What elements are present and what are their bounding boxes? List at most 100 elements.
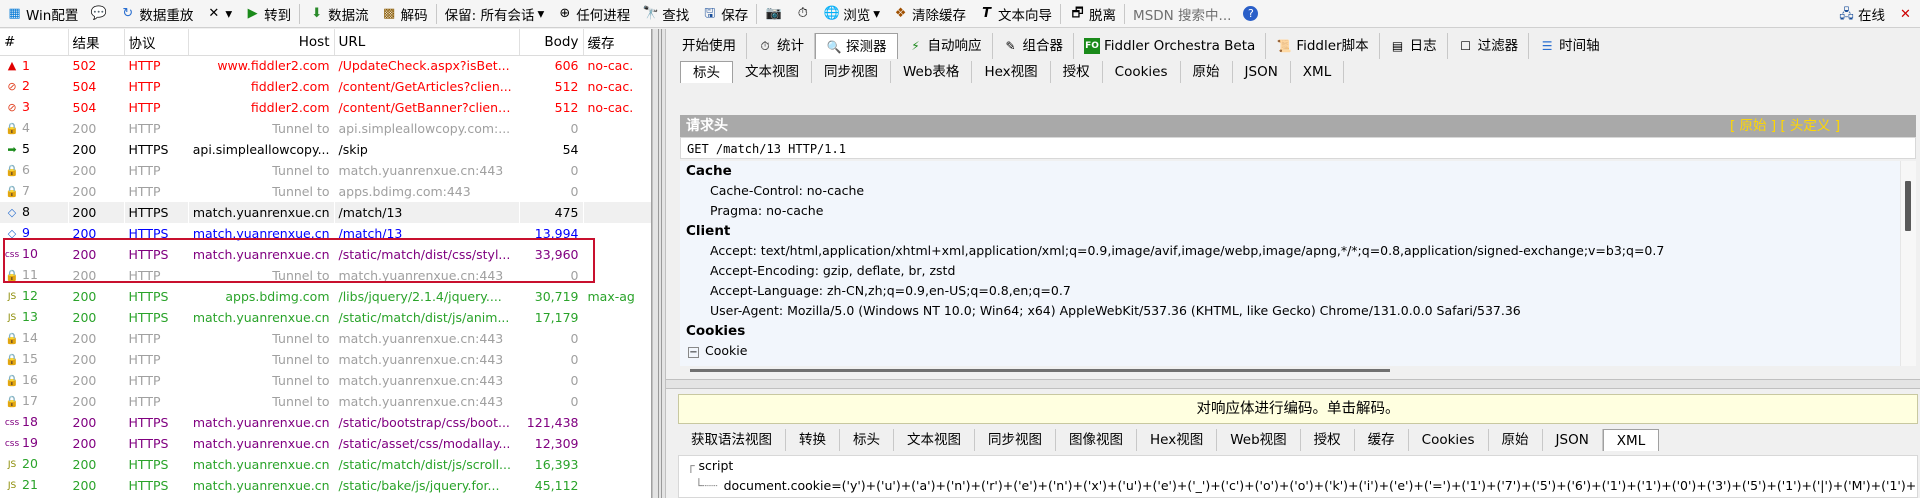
response-tab[interactable]: 转换 [786,429,840,451]
response-tab[interactable]: JSON [1543,429,1603,451]
toolbar-timer[interactable]: ⏱ [788,1,817,27]
session-row[interactable]: JS 20 200 HTTPS match.yuanrenxue.cn/static/m… [0,454,651,475]
headers-scrollbar[interactable] [1900,161,1916,366]
response-tab[interactable]: 获取语法视图 [678,429,786,451]
tab-fiddler-script[interactable]: 📜 Fiddler脚本 [1266,33,1380,59]
column-header-body[interactable]: Body [519,29,584,56]
toolbar-tearoff[interactable]: 🗗 脱离 [1063,1,1122,27]
request-tab[interactable]: Hex视图 [972,61,1051,83]
tab-composer[interactable]: ✎ 组合器 [993,33,1074,59]
session-row[interactable]: JS 13 200 HTTPS match.yuanrenxue.cn/static/m… [0,307,651,328]
request-header-links[interactable]: [ 原始 ] [ 头定义 ] [1730,115,1840,137]
response-tab[interactable]: 图像视图 [1056,429,1137,451]
xml-tree-child[interactable]: └┈┈ document.cookie=('y')+('u')+('a')+('n… [679,476,1917,496]
header-item[interactable]: Pragma: no-cache [680,201,1916,221]
column-header-host[interactable]: Host [188,29,335,56]
request-tab[interactable]: 原始 [1181,61,1233,83]
session-row[interactable]: 🔒 4 200 HTTP Tunnel to api.simpleallowcopy.co… [0,118,651,139]
vertical-splitter[interactable] [652,29,666,498]
xml-tree-root[interactable]: ┌ script [679,456,1917,476]
toolbar-any-process[interactable]: ⊕ 任何进程 [550,1,636,27]
toolbar-stream[interactable]: ⬇ 数据流 [302,1,375,27]
toolbar-help[interactable]: ? [1237,1,1264,27]
toolbar-keep-sessions[interactable]: 保留: 所有会话 ▾ [439,1,551,27]
cookie-tree-node[interactable]: − Cookie [680,341,1916,361]
response-tab[interactable]: 缓存 [1355,429,1409,451]
request-tab[interactable]: JSON [1233,61,1291,83]
header-item[interactable]: Accept: text/html,application/xhtml+xml,… [680,241,1916,261]
tab-filters[interactable]: ☐ 过滤器 [1448,33,1530,59]
response-tab[interactable]: Hex视图 [1137,429,1218,451]
session-row[interactable]: 🔒 7 200 HTTP Tunnel to apps.bdimg.com:443 0 [0,181,651,202]
close-button[interactable]: ✕ [1891,1,1920,27]
request-tab[interactable]: Web表格 [891,61,973,83]
session-row[interactable]: 🔒 14 200 HTTP Tunnel to match.yuanrenxue.cn:4… [0,328,651,349]
request-tab[interactable]: XML [1291,61,1345,83]
response-tab[interactable]: XML [1602,429,1660,451]
tab-timeline[interactable]: ☰ 时间轴 [1529,33,1610,59]
toolbar-text-wizard[interactable]: T 文本向导 [972,1,1058,27]
tab-fiddler-orchestra[interactable]: FO Fiddler Orchestra Beta [1074,33,1267,59]
request-tab[interactable]: 文本视图 [733,61,812,83]
toolbar-replay[interactable]: ↻ 数据重放 [113,1,199,27]
request-tab[interactable]: 同步视图 [812,61,891,83]
session-row[interactable]: JS 12 200 HTTPS apps.bdimg.com/libs/jquery/2… [0,286,651,307]
response-tab[interactable]: Web视图 [1217,429,1301,451]
toolbar-go[interactable]: ▶ 转到 [238,1,297,27]
session-row[interactable]: ➡ 5 200 HTTPS api.simpleallowcopy... /skip 54 [0,139,651,160]
request-tab[interactable]: 授权 [1051,61,1103,83]
response-tab[interactable]: Cookies [1409,429,1489,451]
tab-get-started[interactable]: 开始使用 [672,33,747,59]
session-row[interactable]: ◇ 8 200 HTTPS match.yuanrenxue.cn/match/13 47… [0,202,651,223]
tab-autoresponder[interactable]: ⚡ 自动响应 [898,33,993,59]
response-tab[interactable]: 授权 [1301,429,1355,451]
toolbar-find[interactable]: 🔭 查找 [636,1,695,27]
header-item[interactable]: Accept-Language: zh-CN,zh;q=0.9,en-US;q=… [680,281,1916,301]
toolbar-remove[interactable]: ✕ ▾ [199,1,238,27]
session-row[interactable]: css 19 200 HTTPS match.yuanrenxue.cn/static/… [0,433,651,454]
session-row[interactable]: ⊘ 2 504 HTTP fiddler2.com/content/GetArticle… [0,76,651,97]
column-header-protocol[interactable]: 协议 [124,29,189,56]
session-row[interactable]: css 18 200 HTTPS match.yuanrenxue.cn/static/… [0,412,651,433]
column-header-num[interactable]: # [0,29,69,56]
session-row[interactable]: 🔒 6 200 HTTP Tunnel to match.yuanrenxue.cn:44… [0,160,651,181]
session-row[interactable]: ▲ 1 502 HTTP www.fiddler2.com/UpdateCheck.as… [0,55,651,76]
request-tab[interactable]: Cookies [1103,61,1181,83]
column-header-result[interactable]: 结果 [68,29,125,56]
response-tab[interactable]: 标头 [840,429,894,451]
toolbar-comment[interactable]: 💬 [84,1,113,27]
session-row[interactable]: 🔒 15 200 HTTP Tunnel to match.yuanrenxue.cn:4… [0,349,651,370]
session-row[interactable]: 🔒 16 200 HTTP Tunnel to match.yuanrenxue.cn:4… [0,370,651,391]
toolbar-decode[interactable]: ▩ 解码 [375,1,434,27]
msdn-search-box[interactable]: MSDN 搜索中... [1127,1,1237,27]
session-row[interactable]: css 10 200 HTTPS match.yuanrenxue.cn/static/… [0,244,651,265]
headers-horizontal-scrollbar[interactable] [680,366,1916,375]
online-button[interactable]: 🖧 在线 [1832,1,1891,27]
decode-notice-bar[interactable]: 对响应体进行编码。单击解码。 [678,394,1918,424]
request-tab[interactable]: 标头 [680,61,733,83]
tab-statistics[interactable]: ⏱ 统计 [747,33,815,59]
session-row[interactable]: ⊘ 3 504 HTTP fiddler2.com/content/GetBanner?… [0,97,651,118]
horizontal-splitter[interactable] [666,379,1920,389]
tree-collapse-icon[interactable]: − [688,347,699,358]
column-header-cache[interactable]: 缓存 [583,29,651,56]
tab-log[interactable]: ▤ 日志 [1380,33,1448,59]
toolbar-clear-cache[interactable]: ❖ 清除缓存 [886,1,972,27]
scrollbar-thumb[interactable] [690,369,1390,372]
toolbar-browse[interactable]: 🌐 浏览 ▾ [817,1,886,27]
scrollbar-thumb[interactable] [1905,181,1911,231]
session-row[interactable]: ◇ 9 200 HTTPS match.yuanrenxue.cn/match/13 13… [0,223,651,244]
response-tab[interactable]: 同步视图 [975,429,1056,451]
header-item[interactable]: User-Agent: Mozilla/5.0 (Windows NT 10.0… [680,301,1916,321]
response-tab[interactable]: 文本视图 [894,429,975,451]
column-header-url[interactable]: URL [334,29,520,56]
header-item[interactable]: Cache-Control: no-cache [680,181,1916,201]
toolbar-win-config[interactable]: ▦ Win配置 [0,1,84,27]
header-item[interactable]: Accept-Encoding: gzip, deflate, br, zstd [680,261,1916,281]
response-tab[interactable]: 原始 [1489,429,1543,451]
toolbar-save[interactable]: 🖫 保存 [695,1,754,27]
session-row[interactable]: 🔒 17 200 HTTP Tunnel to match.yuanrenxue.cn:4… [0,391,651,412]
session-row[interactable]: 🔒 11 200 HTTP Tunnel to match.yuanrenxue.cn:4… [0,265,651,286]
session-row[interactable]: JS 21 200 HTTPS match.yuanrenxue.cn/static/b… [0,475,651,496]
tab-inspectors[interactable]: 🔍 探测器 [815,33,898,59]
